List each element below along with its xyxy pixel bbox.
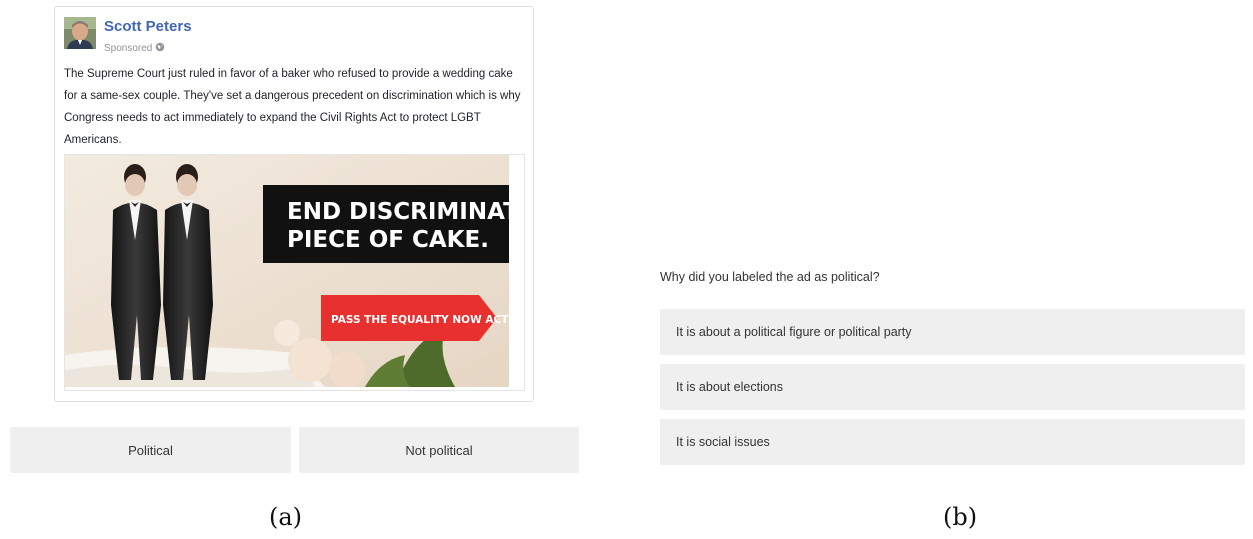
globe-icon [155,42,165,55]
ad-body-text: The Supreme Court just ruled in favor of… [64,68,521,146]
option-political-figure[interactable]: It is about a political figure or politi… [660,309,1245,355]
ad-card: Scott Peters Sponsored The Supreme Court… [54,6,534,402]
caption-a: (a) [269,503,303,531]
ad-image[interactable]: END DISCRIMINATION? PIECE OF CAKE. PASS … [64,154,525,391]
ad-image-artwork: END DISCRIMINATION? PIECE OF CAKE. PASS … [65,155,509,387]
sponsored-text: Sponsored [104,43,153,54]
caption-b: (b) [943,503,978,531]
not-political-button[interactable]: Not political [299,427,579,473]
political-button[interactable]: Political [10,427,291,473]
image-headline-line1: END DISCRIMINATION? [287,199,509,225]
option-elections[interactable]: It is about elections [660,364,1245,410]
advertiser-name[interactable]: Scott Peters [104,18,192,35]
image-headline-line2: PIECE OF CAKE. [287,227,489,253]
sponsored-label: Sponsored [104,42,165,55]
image-cta-text: PASS THE EQUALITY NOW ACT [331,314,509,326]
advertiser-avatar[interactable] [64,17,96,49]
option-social-issues[interactable]: It is social issues [660,419,1245,465]
reason-question: Why did you labeled the ad as political? [660,270,880,284]
